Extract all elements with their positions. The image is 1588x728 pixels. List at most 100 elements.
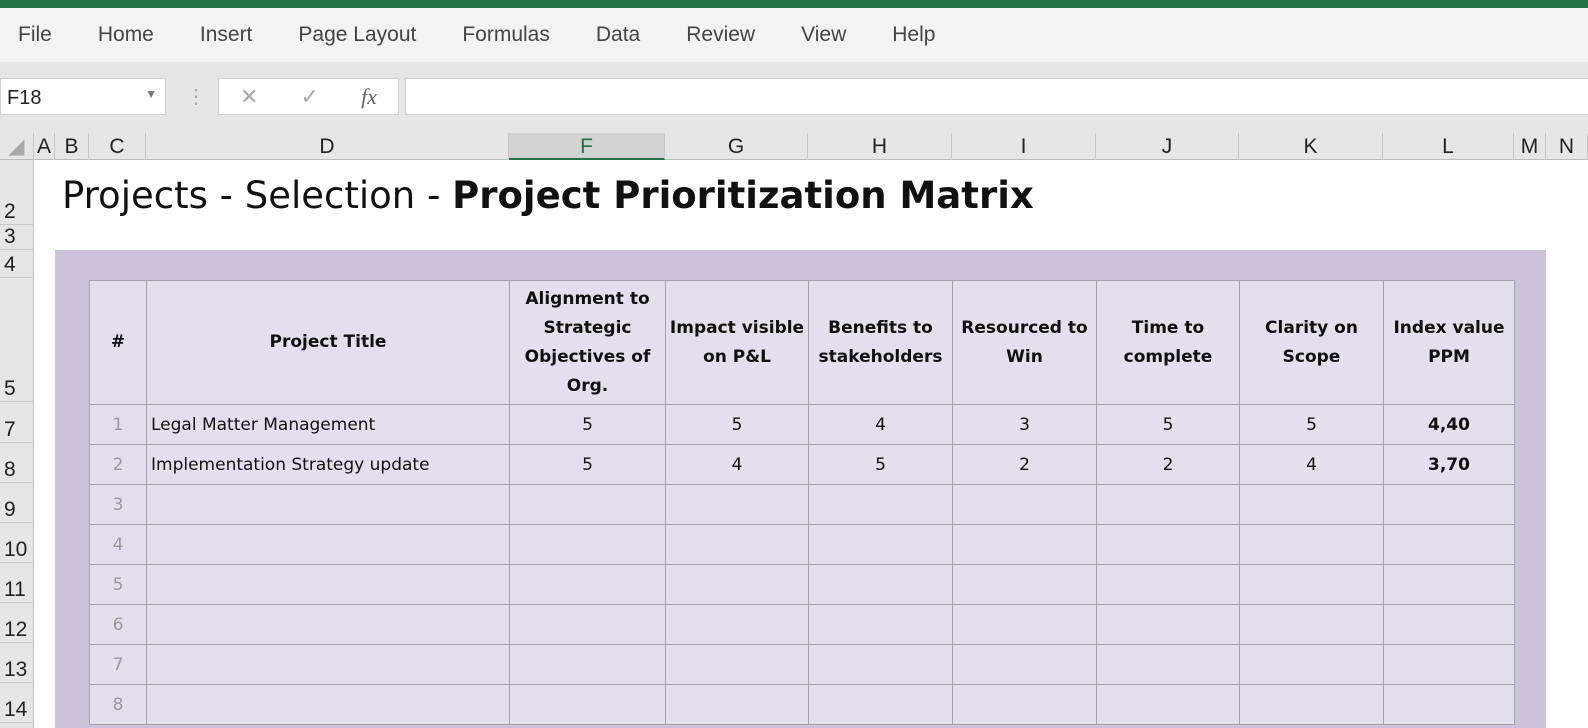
score-cell[interactable] [808, 564, 953, 605]
score-cell[interactable] [808, 684, 953, 725]
row-number[interactable]: 5 [89, 564, 147, 605]
column-header-H[interactable]: H [808, 133, 952, 160]
row-header-10[interactable]: 10 [0, 523, 34, 563]
column-header-I[interactable]: I [952, 133, 1096, 160]
score-cell[interactable]: 4 [665, 444, 809, 485]
score-cell[interactable] [1096, 644, 1240, 685]
row-number[interactable]: 2 [89, 444, 147, 485]
project-title-cell[interactable] [146, 644, 510, 685]
column-header-F[interactable]: F [509, 133, 665, 160]
column-header-K[interactable]: K [1239, 133, 1383, 160]
chevron-down-icon[interactable]: ▼ [145, 87, 157, 101]
score-cell[interactable] [665, 604, 809, 645]
column-header-A[interactable]: A [34, 133, 55, 160]
score-cell[interactable] [808, 484, 953, 525]
index-value-cell[interactable] [1383, 684, 1515, 725]
row-number[interactable]: 7 [89, 644, 147, 685]
drag-handle-icon[interactable]: ⋮ [186, 84, 206, 109]
project-title-cell[interactable]: Legal Matter Management [146, 404, 510, 445]
check-icon[interactable]: ✓ [301, 84, 319, 110]
score-cell[interactable] [665, 484, 809, 525]
row-header-11[interactable]: 11 [0, 563, 34, 603]
score-cell[interactable] [952, 684, 1097, 725]
score-cell[interactable] [1239, 564, 1384, 605]
insert-function-icon[interactable]: fx [361, 84, 377, 110]
score-cell[interactable] [509, 684, 666, 725]
score-cell[interactable] [509, 604, 666, 645]
score-cell[interactable] [952, 644, 1097, 685]
name-box[interactable]: F18 ▼ [0, 78, 166, 115]
row-header-5[interactable]: 5 [0, 278, 34, 402]
project-title-cell[interactable] [146, 684, 510, 725]
column-header-G[interactable]: G [665, 133, 808, 160]
row-number[interactable]: 6 [89, 604, 147, 645]
column-header-M[interactable]: M [1514, 133, 1546, 160]
score-cell[interactable] [1096, 604, 1240, 645]
select-all-corner[interactable]: ◢ [0, 133, 34, 160]
row-number[interactable]: 3 [89, 484, 147, 525]
score-cell[interactable] [808, 524, 953, 565]
score-cell[interactable] [665, 524, 809, 565]
score-cell[interactable] [952, 604, 1097, 645]
score-cell[interactable]: 4 [1239, 444, 1384, 485]
column-header-C[interactable]: C [89, 133, 146, 160]
score-cell[interactable] [1239, 484, 1384, 525]
project-title-cell[interactable] [146, 484, 510, 525]
score-cell[interactable] [1239, 524, 1384, 565]
row-number[interactable]: 1 [89, 404, 147, 445]
tab-home[interactable]: Home [98, 23, 154, 47]
formula-input[interactable] [405, 78, 1588, 115]
score-cell[interactable]: 5 [509, 404, 666, 445]
project-title-cell[interactable]: Implementation Strategy update [146, 444, 510, 485]
row-header-12[interactable]: 12 [0, 603, 34, 643]
row-header-9[interactable]: 9 [0, 483, 34, 523]
score-cell[interactable]: 4 [808, 404, 953, 445]
project-title-cell[interactable] [146, 604, 510, 645]
tab-help[interactable]: Help [892, 23, 935, 47]
column-header-J[interactable]: J [1096, 133, 1239, 160]
score-cell[interactable]: 5 [509, 444, 666, 485]
score-cell[interactable] [1096, 684, 1240, 725]
score-cell[interactable] [952, 484, 1097, 525]
project-title-cell[interactable] [146, 524, 510, 565]
row-header-14[interactable]: 14 [0, 683, 34, 723]
score-cell[interactable] [808, 644, 953, 685]
score-cell[interactable] [952, 564, 1097, 605]
index-value-cell[interactable] [1383, 644, 1515, 685]
tab-formulas[interactable]: Formulas [462, 23, 550, 47]
score-cell[interactable]: 3 [952, 404, 1097, 445]
score-cell[interactable] [1096, 524, 1240, 565]
score-cell[interactable] [1096, 564, 1240, 605]
score-cell[interactable] [665, 644, 809, 685]
score-cell[interactable] [1239, 644, 1384, 685]
project-title-cell[interactable] [146, 564, 510, 605]
row-header-7[interactable]: 7 [0, 402, 34, 443]
score-cell[interactable]: 2 [1096, 444, 1240, 485]
score-cell[interactable] [1239, 684, 1384, 725]
score-cell[interactable]: 5 [1096, 404, 1240, 445]
row-header-2[interactable]: 2 [0, 160, 34, 225]
index-value-cell[interactable] [1383, 484, 1515, 525]
score-cell[interactable] [1096, 484, 1240, 525]
column-header-N[interactable]: N [1546, 133, 1588, 160]
tab-insert[interactable]: Insert [200, 23, 253, 47]
score-cell[interactable]: 5 [665, 404, 809, 445]
index-value-cell[interactable] [1383, 564, 1515, 605]
score-cell[interactable] [952, 524, 1097, 565]
score-cell[interactable] [1239, 604, 1384, 645]
score-cell[interactable] [509, 484, 666, 525]
tab-review[interactable]: Review [686, 23, 755, 47]
row-header-13[interactable]: 13 [0, 643, 34, 683]
index-value-cell[interactable] [1383, 604, 1515, 645]
column-header-L[interactable]: L [1383, 133, 1514, 160]
tab-file[interactable]: File [18, 23, 52, 47]
row-number[interactable]: 4 [89, 524, 147, 565]
score-cell[interactable] [808, 604, 953, 645]
index-value-cell[interactable]: 4,40 [1383, 404, 1515, 445]
score-cell[interactable] [665, 684, 809, 725]
score-cell[interactable]: 5 [1239, 404, 1384, 445]
cancel-icon[interactable]: ✕ [240, 84, 258, 110]
index-value-cell[interactable]: 3,70 [1383, 444, 1515, 485]
score-cell[interactable] [509, 644, 666, 685]
row-header-8[interactable]: 8 [0, 443, 34, 483]
